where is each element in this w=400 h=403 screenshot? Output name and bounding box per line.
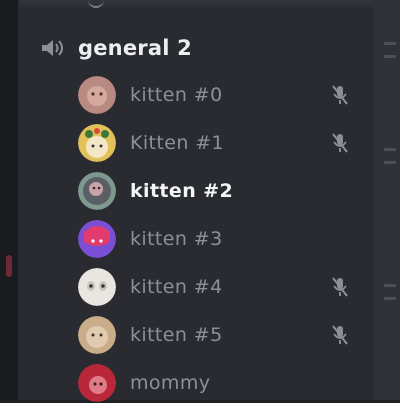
avatar (78, 76, 116, 114)
mic-muted-icon (332, 133, 348, 153)
mic-muted-icon (332, 277, 348, 297)
unread-indicator (6, 255, 12, 277)
avatar (78, 172, 116, 210)
voice-member-kitten-3[interactable]: kitten #3 (78, 219, 358, 259)
previous-channel-edge (18, 0, 374, 10)
voice-member-mommy[interactable]: mommy (78, 363, 358, 403)
avatar (78, 220, 116, 258)
server-list-edge (0, 0, 18, 400)
voice-channel-name: general 2 (78, 36, 192, 60)
voice-member-kitten-0[interactable]: kitten #0 (78, 75, 358, 115)
member-name: mommy (130, 372, 211, 394)
member-name: kitten #0 (130, 84, 223, 106)
avatar (78, 268, 116, 306)
member-name: kitten #4 (130, 276, 223, 298)
speaker-icon (42, 40, 63, 56)
mic-muted-icon (332, 325, 348, 345)
member-name: Kitten #1 (130, 132, 225, 154)
voice-member-kitten-1[interactable]: Kitten #1 (78, 123, 358, 163)
menu-icon (384, 42, 396, 58)
menu-icon (384, 148, 396, 164)
avatar (78, 316, 116, 354)
mic-muted-icon (332, 85, 348, 105)
member-name: kitten #3 (130, 228, 223, 250)
menu-icon (384, 284, 396, 300)
voice-member-kitten-4[interactable]: kitten #4 (78, 267, 358, 307)
voice-member-kitten-2[interactable]: kitten #2 (78, 171, 358, 211)
member-name: kitten #2 (130, 180, 234, 202)
member-name: kitten #5 (130, 324, 223, 346)
chat-area-edge (374, 0, 400, 400)
avatar (78, 124, 116, 162)
voice-channel-general-2[interactable]: general 2 (40, 32, 192, 64)
avatar (78, 364, 116, 402)
voice-member-kitten-5[interactable]: kitten #5 (78, 315, 358, 355)
